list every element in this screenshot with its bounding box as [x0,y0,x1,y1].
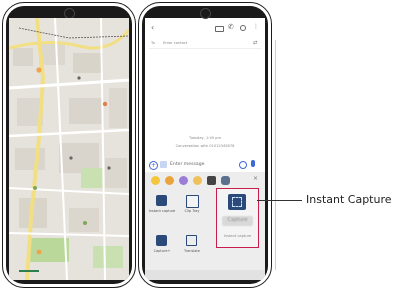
tool-instant-capture-small[interactable]: Instant capture [147,190,177,226]
tool-label: Translate [184,249,200,253]
emoji-smile-icon[interactable] [151,176,160,185]
to-label: To [151,41,155,45]
message-input[interactable]: Enter message [170,162,204,167]
translate-icon [186,235,197,246]
more-options-icon[interactable]: ⋮ [253,24,259,30]
right-phone-screen: ‹ ✆ ⋮ To Enter contact ⇄ Tuesday, 1:49 p… [142,6,268,284]
instant-capture-highlight[interactable]: Capture Instant capture [216,188,259,248]
capture-plus-icon [156,235,167,246]
recipient-field[interactable]: Enter contact [163,41,187,45]
instant-capture-icon [228,194,246,210]
add-attachment-icon[interactable]: + [149,161,158,170]
instant-capture-label: Instant capture [223,234,252,238]
bitmoji-icon[interactable] [193,176,202,185]
add-contact-icon[interactable]: ⇄ [253,40,257,46]
close-icon[interactable]: × [253,175,258,182]
microphone-icon[interactable] [251,160,255,167]
tool-translate[interactable]: Translate [177,230,207,266]
tool-clip-tray[interactable]: Clip Tray [177,190,207,226]
gif-icon[interactable] [179,176,188,185]
search-icon[interactable] [240,25,246,31]
nav-bar [145,270,265,280]
emoji-sticker-icon[interactable] [165,176,174,185]
date-divider: Tuesday, 1:49 pm [189,136,221,140]
map-view[interactable] [9,18,129,280]
camera-notch [200,8,211,19]
video-call-icon[interactable] [215,26,224,32]
side-divider [275,40,276,270]
settings-icon[interactable] [207,176,216,185]
callout-label: Instant Capture [306,193,392,206]
divider [149,48,261,49]
scissors-icon [156,195,167,206]
instant-capture-caption: Capture [227,217,248,223]
tool-label: Clip Tray [184,209,200,213]
emoji-icon[interactable] [239,161,247,169]
left-phone-screen [6,6,132,284]
voice-icon[interactable] [221,176,230,185]
conversation-note: Conversation with 01012345678 [175,144,235,148]
callout-line [257,200,302,201]
clipboard-icon [186,195,199,208]
back-arrow-icon[interactable]: ‹ [151,24,154,32]
phone-icon[interactable]: ✆ [228,23,234,31]
tool-capture-plus[interactable]: Capture+ [147,230,177,266]
tool-label: Capture+ [153,249,171,253]
messaging-app: ‹ ✆ ⋮ To Enter contact ⇄ Tuesday, 1:49 p… [145,8,265,280]
gallery-icon[interactable] [160,161,167,168]
tool-label: Instant capture [148,209,176,213]
